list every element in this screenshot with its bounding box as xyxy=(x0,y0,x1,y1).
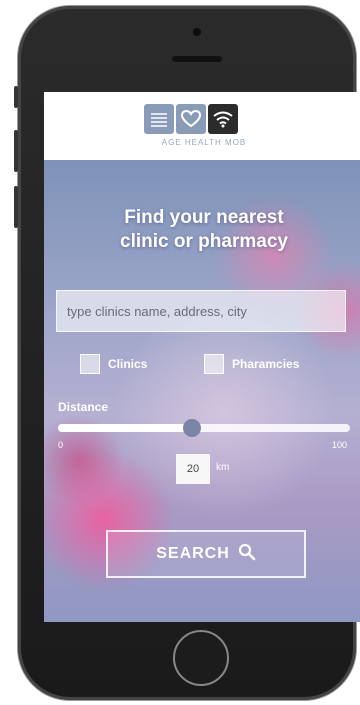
pharmacies-label: Pharamcies xyxy=(232,357,300,371)
wifi-icon xyxy=(208,104,238,134)
app-screen: AGE HEALTH MOB Find your nearest clinic … xyxy=(44,92,360,622)
volume-up-button xyxy=(14,130,18,172)
page-title: Find your nearest clinic or pharmacy xyxy=(44,206,360,254)
slider-min-label: 0 xyxy=(58,440,64,450)
clinics-label: Clinics xyxy=(108,357,148,371)
search-button[interactable]: SEARCH xyxy=(106,530,306,578)
earpiece-speaker xyxy=(172,56,222,62)
pharmacies-filter[interactable]: Pharamcies xyxy=(204,354,299,374)
clinics-checkbox[interactable] xyxy=(80,354,100,374)
volume-down-button xyxy=(14,186,18,228)
slider-max-label: 100 xyxy=(332,440,348,450)
distance-label: Distance xyxy=(58,400,109,414)
heart-icon xyxy=(176,104,206,134)
title-line-1: Find your nearest xyxy=(124,207,284,228)
app-header: AGE HEALTH MOB xyxy=(44,92,360,160)
app-logo xyxy=(144,104,238,134)
mute-switch xyxy=(14,86,18,108)
title-line-2: clinic or pharmacy xyxy=(120,231,288,252)
pharmacies-checkbox[interactable] xyxy=(204,354,224,374)
distance-slider[interactable] xyxy=(58,419,350,437)
home-button[interactable] xyxy=(173,630,229,686)
search-button-label: SEARCH xyxy=(156,545,230,562)
search-input[interactable] xyxy=(56,290,346,332)
search-icon xyxy=(238,543,256,566)
slider-fill xyxy=(58,424,193,432)
waves-icon xyxy=(144,104,174,134)
front-camera xyxy=(193,28,201,36)
logo-caption: AGE HEALTH MOB xyxy=(161,138,247,147)
distance-value-field[interactable]: 20 xyxy=(176,454,210,484)
distance-unit: km xyxy=(216,462,230,473)
clinics-filter[interactable]: Clinics xyxy=(80,354,147,374)
